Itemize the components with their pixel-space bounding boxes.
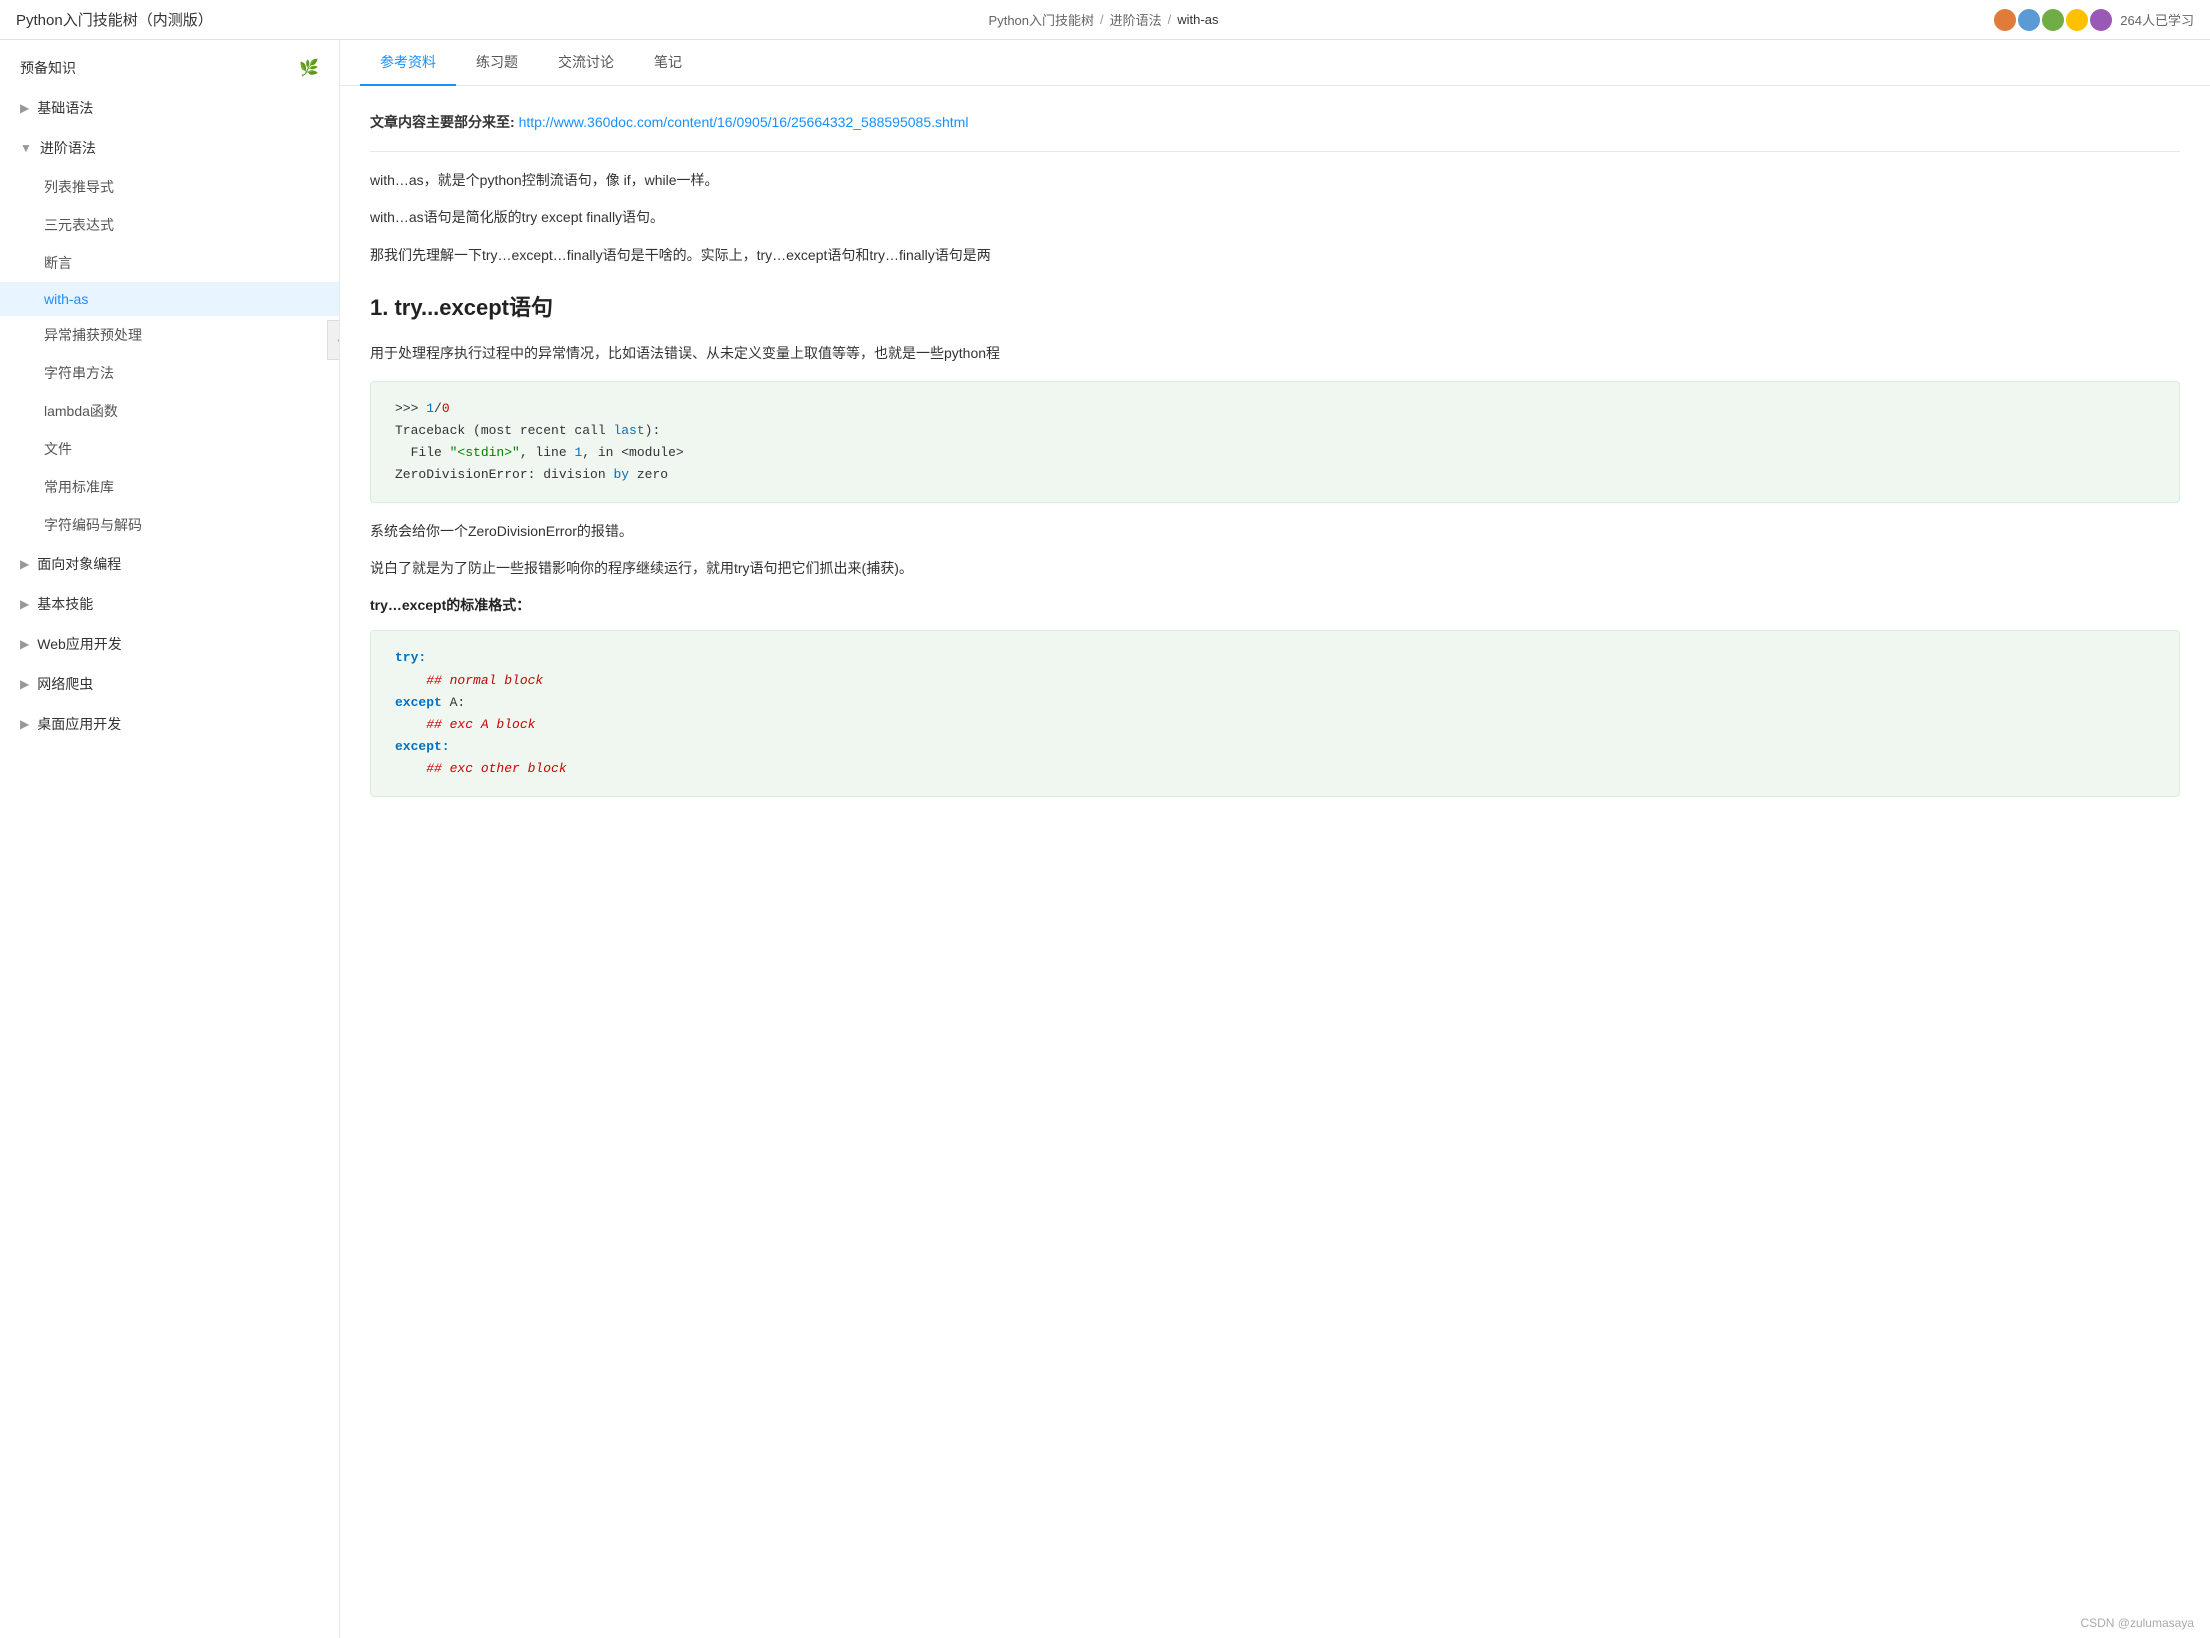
sidebar-item-basic-skills-label: 基本技能 xyxy=(37,594,93,614)
sidebar-item-advanced-syntax-label: 进阶语法 xyxy=(40,138,96,158)
article-intro-3: 那我们先理解一下try…except…finally语句是干啥的。实际上，try… xyxy=(370,243,2180,268)
code2-line-4: ## exc A block xyxy=(395,714,2155,736)
arrow-right-oop-icon: ▶ xyxy=(20,557,29,571)
watermark: CSDN @zulumasaya xyxy=(2080,1616,2194,1630)
sidebar-item-basic-syntax[interactable]: ▶ 基础语法 xyxy=(0,88,339,128)
sidebar-item-stdlib[interactable]: 常用标准库 xyxy=(0,468,339,506)
sidebar-item-desktop-dev-label: 桌面应用开发 xyxy=(37,714,121,734)
code2-line-1: try: xyxy=(395,647,2155,669)
code-block-2: try: ## normal block except A: ## exc A … xyxy=(370,630,2180,797)
sidebar-item-lambda[interactable]: lambda函数 xyxy=(0,392,339,430)
avatar-4 xyxy=(2066,9,2088,31)
sidebar-item-web-crawler-label: 网络爬虫 xyxy=(37,674,93,694)
sidebar-item-web-dev[interactable]: ▶ Web应用开发 xyxy=(0,624,339,664)
tab-discussion[interactable]: 交流讨论 xyxy=(538,40,634,86)
code-block-1: >>> 1/0 Traceback (most recent call last… xyxy=(370,381,2180,503)
arrow-right-icon: ▶ xyxy=(20,101,29,115)
code2-line-2: ## normal block xyxy=(395,670,2155,692)
sidebar-item-basic-skills[interactable]: ▶ 基本技能 xyxy=(0,584,339,624)
code2-line-6: ## exc other block xyxy=(395,758,2155,780)
code2-line-5: except: xyxy=(395,736,2155,758)
topbar: Python入门技能树（内测版） Python入门技能树 / 进阶语法 / wi… xyxy=(0,0,2210,40)
section1-title: 1. try...except语句 xyxy=(370,288,2180,328)
code-line-1: >>> 1/0 xyxy=(395,398,2155,420)
source-url[interactable]: http://www.360doc.com/content/16/0905/16… xyxy=(519,114,969,130)
section1-desc: 用于处理程序执行过程中的异常情况，比如语法错误、从未定义变量上取值等等，也就是一… xyxy=(370,341,2180,366)
breadcrumb-current: with-as xyxy=(1177,12,1218,27)
sidebar-item-assert[interactable]: 断言 xyxy=(0,244,339,282)
avatar-3 xyxy=(2042,9,2064,31)
source-prefix: 文章内容主要部分来至: xyxy=(370,114,515,130)
avatar-5 xyxy=(2090,9,2112,31)
article-content: 文章内容主要部分来至: http://www.360doc.com/conten… xyxy=(340,86,2210,837)
sidebar-item-exception[interactable]: 异常捕获预处理 xyxy=(0,316,339,354)
code2-line-3: except A: xyxy=(395,692,2155,714)
avatar-1 xyxy=(1994,9,2016,31)
summary-2: 说白了就是为了防止一些报错影响你的程序继续运行，就用try语句把它们抓出来(捕获… xyxy=(370,556,2180,581)
tab-exercises[interactable]: 练习题 xyxy=(456,40,538,86)
sidebar-item-ternary[interactable]: 三元表达式 xyxy=(0,206,339,244)
sidebar-item-with-as[interactable]: with-as xyxy=(0,282,339,316)
avatar-2 xyxy=(2018,9,2040,31)
sidebar-item-basic-syntax-label: 基础语法 xyxy=(37,98,93,118)
sidebar-item-oop-label: 面向对象编程 xyxy=(37,554,121,574)
breadcrumb-part1: Python入门技能树 xyxy=(989,10,1094,29)
arrow-right-desktop-icon: ▶ xyxy=(20,717,29,731)
code-line-2: Traceback (most recent call last): xyxy=(395,420,2155,442)
sidebar-item-list-comp[interactable]: 列表推导式 xyxy=(0,168,339,206)
breadcrumb-sep2: / xyxy=(1168,12,1172,27)
leaf-icon: 🌿 xyxy=(299,58,319,78)
article-source: 文章内容主要部分来至: http://www.360doc.com/conten… xyxy=(370,110,2180,135)
arrow-right-skills-icon: ▶ xyxy=(20,597,29,611)
sidebar-item-encoding[interactable]: 字符编码与解码 xyxy=(0,506,339,544)
tab-notes[interactable]: 笔记 xyxy=(634,40,702,86)
topbar-title: Python入门技能树（内测版） xyxy=(16,9,213,30)
article-intro-1: with…as，就是个python控制流语句，像 if，while一样。 xyxy=(370,168,2180,193)
sidebar-item-preknowledge-label: 预备知识 xyxy=(20,58,76,78)
sidebar-item-advanced-syntax[interactable]: ▼ 进阶语法 xyxy=(0,128,339,168)
sidebar-collapse-button[interactable]: ‹ xyxy=(327,320,340,360)
breadcrumb: Python入门技能树 / 进阶语法 / with-as xyxy=(989,10,1219,29)
breadcrumb-part2: 进阶语法 xyxy=(1110,10,1162,29)
sidebar-item-oop[interactable]: ▶ 面向对象编程 xyxy=(0,544,339,584)
content-area: 参考资料 练习题 交流讨论 笔记 文章内容主要部分来至: http://www.… xyxy=(340,40,2210,1638)
sidebar-item-desktop-dev[interactable]: ▶ 桌面应用开发 xyxy=(0,704,339,744)
sidebar-item-string-methods[interactable]: 字符串方法 xyxy=(0,354,339,392)
divider xyxy=(370,151,2180,152)
summary-1: 系统会给你一个ZeroDivisionError的报错。 xyxy=(370,519,2180,544)
tab-reference[interactable]: 参考资料 xyxy=(360,40,456,86)
user-count: 264人已学习 xyxy=(2120,10,2194,29)
avatar-group xyxy=(1994,9,2112,31)
tabs-bar: 参考资料 练习题 交流讨论 笔记 xyxy=(340,40,2210,86)
topbar-right: 264人已学习 xyxy=(1994,9,2194,31)
arrow-right-web-icon: ▶ xyxy=(20,637,29,651)
arrow-down-icon: ▼ xyxy=(20,141,32,155)
article-intro-2: with…as语句是简化版的try except finally语句。 xyxy=(370,205,2180,230)
breadcrumb-sep1: / xyxy=(1100,12,1104,27)
code-line-3: File "<stdin>", line 1, in <module> xyxy=(395,442,2155,464)
code-line-4: ZeroDivisionError: division by zero xyxy=(395,464,2155,486)
arrow-right-crawler-icon: ▶ xyxy=(20,677,29,691)
sidebar-item-preknowledge[interactable]: 预备知识 🌿 xyxy=(0,48,339,88)
sidebar-item-web-dev-label: Web应用开发 xyxy=(37,634,122,654)
main-layout: 预备知识 🌿 ▶ 基础语法 ▼ 进阶语法 列表推导式 三元表达式 断言 with… xyxy=(0,40,2210,1638)
format-label: try…except的标准格式： xyxy=(370,593,2180,618)
sidebar: 预备知识 🌿 ▶ 基础语法 ▼ 进阶语法 列表推导式 三元表达式 断言 with… xyxy=(0,40,340,1638)
sidebar-item-web-crawler[interactable]: ▶ 网络爬虫 xyxy=(0,664,339,704)
sidebar-item-file[interactable]: 文件 xyxy=(0,430,339,468)
